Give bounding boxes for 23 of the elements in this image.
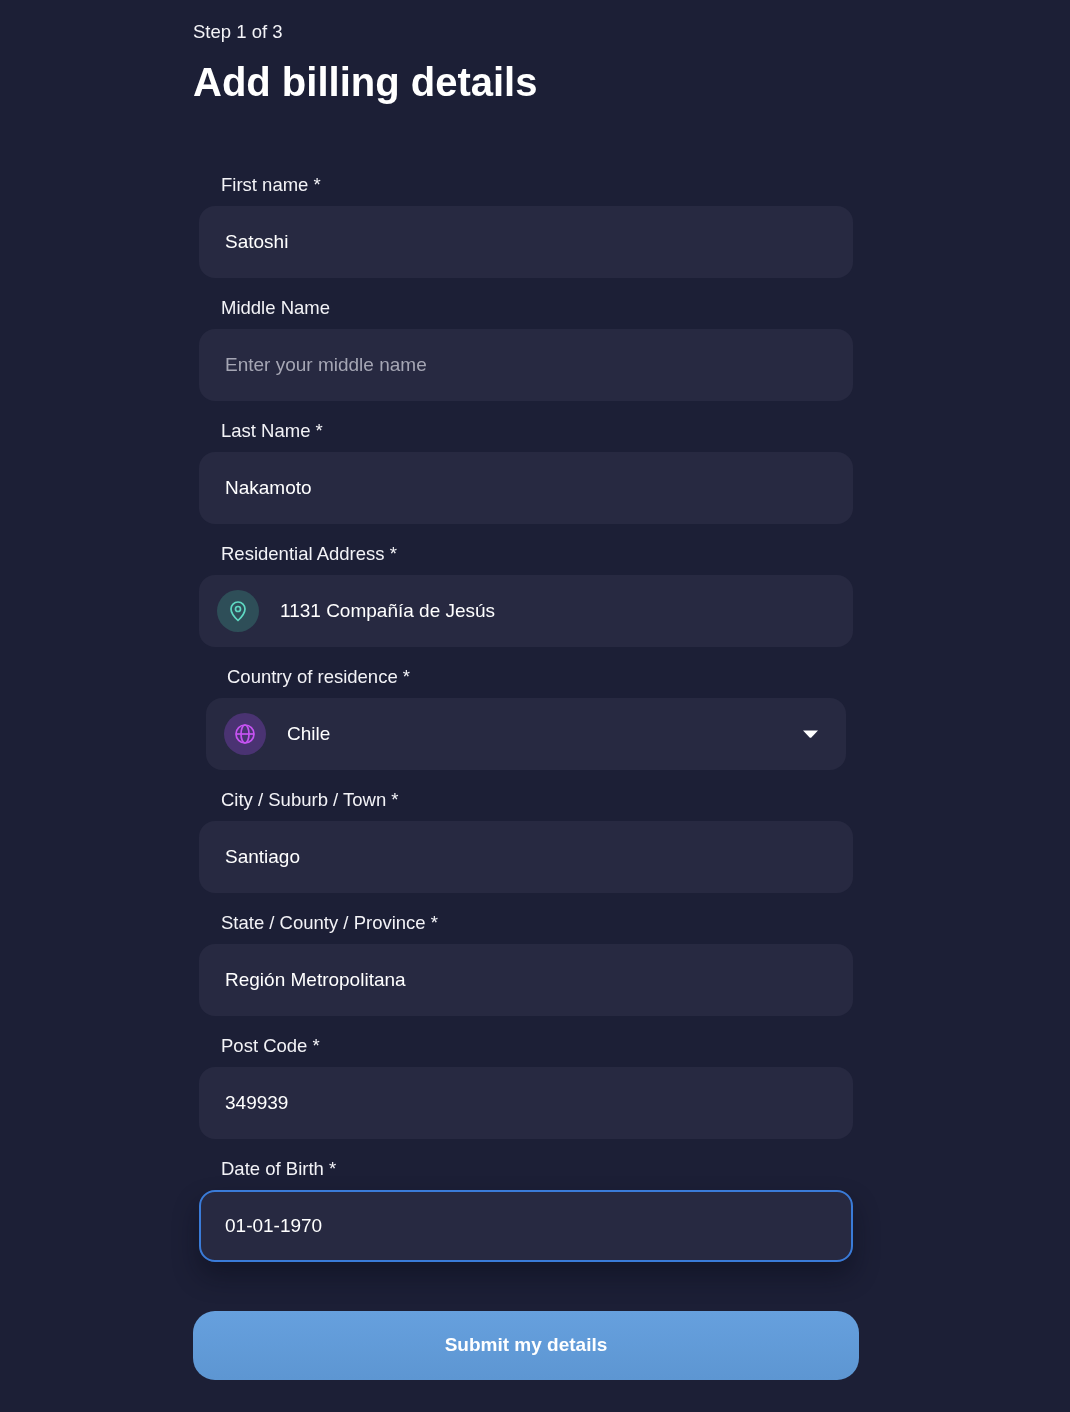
field-label: First name * <box>221 173 321 196</box>
field-label: Last Name * <box>221 419 323 442</box>
text-field[interactable]: 01-01-1970 <box>199 1190 853 1262</box>
page-title: Add billing details <box>193 59 538 106</box>
text-field[interactable]: Nakamoto <box>199 452 853 524</box>
caret-down-icon <box>803 730 818 738</box>
text-field[interactable]: Región Metropolitana <box>199 944 853 1016</box>
text-field[interactable]: Santiago <box>199 821 853 893</box>
text-field[interactable]: 349939 <box>199 1067 853 1139</box>
text-field[interactable]: Satoshi <box>199 206 853 278</box>
globe-icon <box>224 713 266 755</box>
field-label: State / County / Province * <box>221 911 438 934</box>
field-label: Middle Name <box>221 296 330 319</box>
field-label: Post Code * <box>221 1034 320 1057</box>
address-field[interactable]: 1131 Compañía de Jesús <box>199 575 853 647</box>
country-dropdown[interactable]: Chile <box>206 698 846 770</box>
text-field[interactable]: Enter your middle name <box>199 329 853 401</box>
field-label: Country of residence * <box>227 665 411 688</box>
field-label: Residential Address * <box>221 542 397 565</box>
step-indicator: Step 1 of 3 <box>193 20 283 44</box>
field-label: City / Suburb / Town * <box>221 788 399 811</box>
location-pin-icon <box>217 590 259 632</box>
field-label: Date of Birth * <box>221 1157 337 1180</box>
